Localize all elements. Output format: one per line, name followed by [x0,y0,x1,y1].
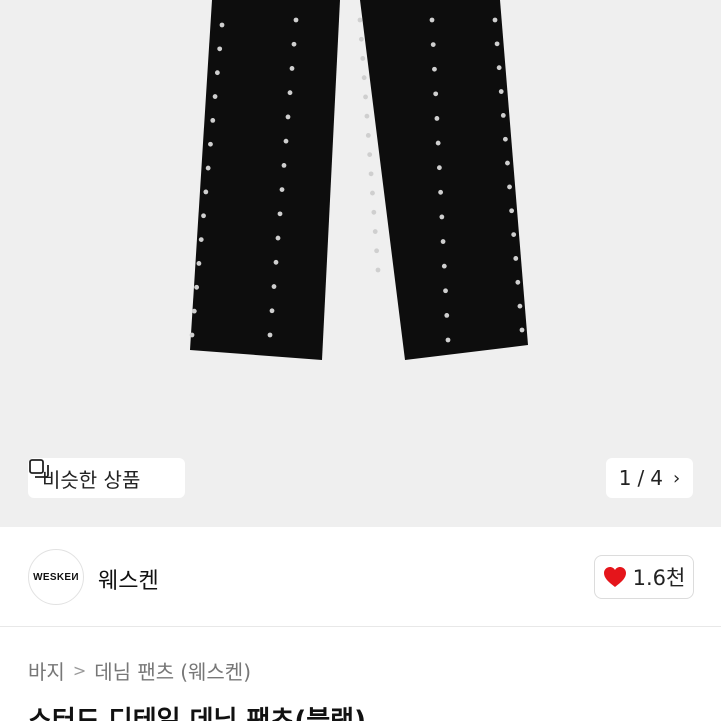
stud [433,91,439,97]
stud [444,312,450,318]
similar-icon [29,459,49,478]
stud [509,208,515,214]
seller-name[interactable]: 웨스켄 [98,563,159,595]
stud [519,327,525,333]
stud [440,239,446,244]
pager-current: 1 [618,466,632,490]
breadcrumb-item-brand[interactable]: (웨스켄) [180,656,251,685]
stud [517,303,523,309]
product-title: 스터드 디테일 데님 팬츠(블랙) [28,706,366,721]
stud [191,308,197,314]
stud [502,136,508,142]
stud [443,288,448,294]
stud [269,308,275,314]
stud [434,116,440,121]
stud [273,259,279,265]
stud [201,213,206,219]
stud [429,17,435,23]
stud [374,248,380,254]
stud [219,22,225,28]
stud [438,189,444,195]
stud [367,152,373,158]
chevron-right-icon: › [673,467,681,489]
stud [515,279,521,285]
stud [196,261,202,266]
stud [361,75,367,81]
stud [441,263,447,269]
stud [189,332,195,338]
stud [214,70,220,76]
stud [432,66,437,72]
stud [203,189,209,195]
stud [500,112,506,118]
stud [285,114,291,120]
stud [277,211,283,217]
breadcrumb-item-subcategory[interactable]: 데님 팬츠 [94,656,174,685]
stud [289,66,295,71]
seller-logo-text: WESKEИ [33,571,79,583]
stud [435,140,441,146]
stud [275,235,281,241]
pants-garment [190,0,528,360]
stud [194,284,200,290]
stud [212,94,218,99]
stud [513,256,519,261]
similar-products-button[interactable]: 비슷한 상품 [28,458,185,498]
stud [210,117,216,123]
stud [498,89,504,94]
heart-icon [603,567,626,587]
pants-photo [189,0,528,360]
stud [208,141,213,147]
stud [496,65,502,71]
image-pager[interactable]: 1 / 4 › [606,458,693,498]
stud [364,113,370,119]
product-image[interactable]: 비슷한 상품 1 / 4 › [0,0,721,527]
stud [291,41,297,47]
pager-separator: / [637,466,645,490]
pants-left-leg [190,0,340,360]
stud [372,229,378,234]
stud [198,237,204,243]
stud [370,190,375,196]
stud [492,17,498,23]
stud [293,17,299,23]
stud [281,162,287,168]
stud [507,184,512,190]
stud [430,42,436,48]
stud [365,132,371,138]
stud [357,17,363,23]
seller-avatar[interactable]: WESKEИ [28,549,84,605]
stud [371,209,377,215]
pants-right-leg [360,0,528,360]
stud [439,214,445,220]
stud [505,160,510,166]
stud [283,138,289,144]
stud [205,165,211,171]
chevron-right-icon: > [72,661,87,680]
breadcrumb-item-category[interactable]: 바지 [28,656,65,685]
similar-products-label: 비슷한 상품 [42,467,141,492]
stud [360,56,366,61]
stud [511,232,517,238]
like-button[interactable]: 1.6천 [594,555,694,599]
like-count: 1.6천 [632,566,686,590]
breadcrumb: 바지 > 데님 팬츠 (웨스켄) [28,656,251,685]
stud [358,36,364,42]
stud [271,284,277,289]
stud [287,90,293,96]
stud [436,165,442,171]
stud [368,171,374,177]
seller-bar: WESKEИ 웨스켄 1.6천 [0,527,721,627]
stud [217,46,223,52]
stud [267,332,273,338]
stud [363,94,368,100]
pager-total: 4 [650,466,663,490]
stud [279,187,285,193]
stud [445,337,451,343]
stud [375,267,381,273]
stud [494,41,500,47]
